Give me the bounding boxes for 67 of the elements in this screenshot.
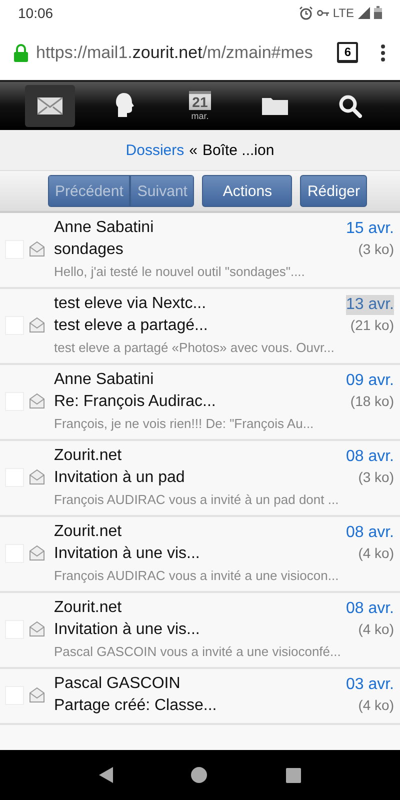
message-preview: François AUDIRAC vous a invité a une visiocon... [54,567,340,585]
tab-count-button[interactable]: 6 [337,42,358,63]
date: 08 avr. [346,599,394,619]
date: 09 avr. [346,371,394,391]
subject: Re: François Audirac... [54,392,217,412]
menu-icon[interactable] [380,44,386,62]
message-preview: François AUDIRAC vous a invité à un pad dont ... [54,491,340,509]
message-preview: François, je ne vois rien!!! De: "François Au... [54,415,315,433]
sender: test eleve via Nextc... [54,294,208,314]
envelope-icon [29,317,45,333]
message-size: (21 ko) [350,317,394,333]
message-size: (4 ko) [358,545,394,561]
calendar-weekday: mar. [191,111,209,121]
folder-icon [262,97,288,115]
back-icon[interactable] [99,767,114,783]
head-silhouette-icon [114,93,135,119]
sender: Zourit.net [54,522,123,542]
battery-icon [374,6,382,19]
envelope-icon [29,241,45,257]
network-type: LTE [332,6,354,20]
envelope-icon [29,687,45,703]
url-field[interactable]: https://mail1.zourit.net/m/zmain#mes [36,42,330,62]
message-size: (4 ko) [358,621,394,637]
nav-tab[interactable] [24,85,75,127]
lock-icon [14,44,28,62]
message-size: (3 ko) [358,241,394,257]
nav-tab[interactable]: 21 mar. [174,85,225,127]
message-size: (3 ko) [358,469,394,485]
envelope-icon [29,621,45,637]
subject: Invitation à une vis... [54,620,201,640]
subject: test eleve a partagé... [54,316,209,336]
message-size: (4 ko) [358,697,394,713]
home-icon[interactable] [191,767,208,783]
subject: Partage créé: Classe... [54,696,218,716]
key-icon [316,8,329,16]
message-size: (18 ko) [350,393,394,409]
sender: Zourit.net [54,446,123,466]
search-icon [338,94,362,118]
subject: sondages [54,240,124,260]
envelope-icon [29,545,45,561]
message-preview: Pascal GASCOIN vous a invité a une visioconfé... [54,643,342,661]
folders-link[interactable]: Dossiers [126,142,184,158]
sender: Zourit.net [54,598,123,618]
envelope-icon [29,393,45,409]
subject: Invitation à une vis... [54,544,201,564]
date: 03 avr. [346,675,394,695]
actions-button[interactable]: Actions [202,175,292,207]
sender: Anne Sabatini [54,218,155,238]
alarm-icon [298,6,313,20]
signal-icon [358,6,370,18]
sender: Anne Sabatini [54,370,155,390]
calendar-day: 21 [189,91,211,110]
compose-button[interactable]: Rédiger [300,175,367,207]
date: 15 avr. [346,219,394,239]
breadcrumb-separator: « [189,142,198,158]
current-folder: Boîte ...ion [202,142,274,158]
date: 08 avr. [346,523,394,543]
message-preview: test eleve a partagé «Photos» avec vous. Ouvr... [54,339,336,357]
clock-time: 10:06 [18,4,54,20]
envelope-icon [29,469,45,485]
subject: Invitation à un pad [54,468,186,488]
date: 13 avr. [346,295,394,315]
envelope-icon [36,97,63,115]
sender: Pascal GASCOIN [54,674,182,694]
date: 08 avr. [346,447,394,467]
message-preview: Hello, j'ai testé le nouvel outil "sondages".... [54,263,306,281]
recents-icon[interactable] [286,768,301,782]
